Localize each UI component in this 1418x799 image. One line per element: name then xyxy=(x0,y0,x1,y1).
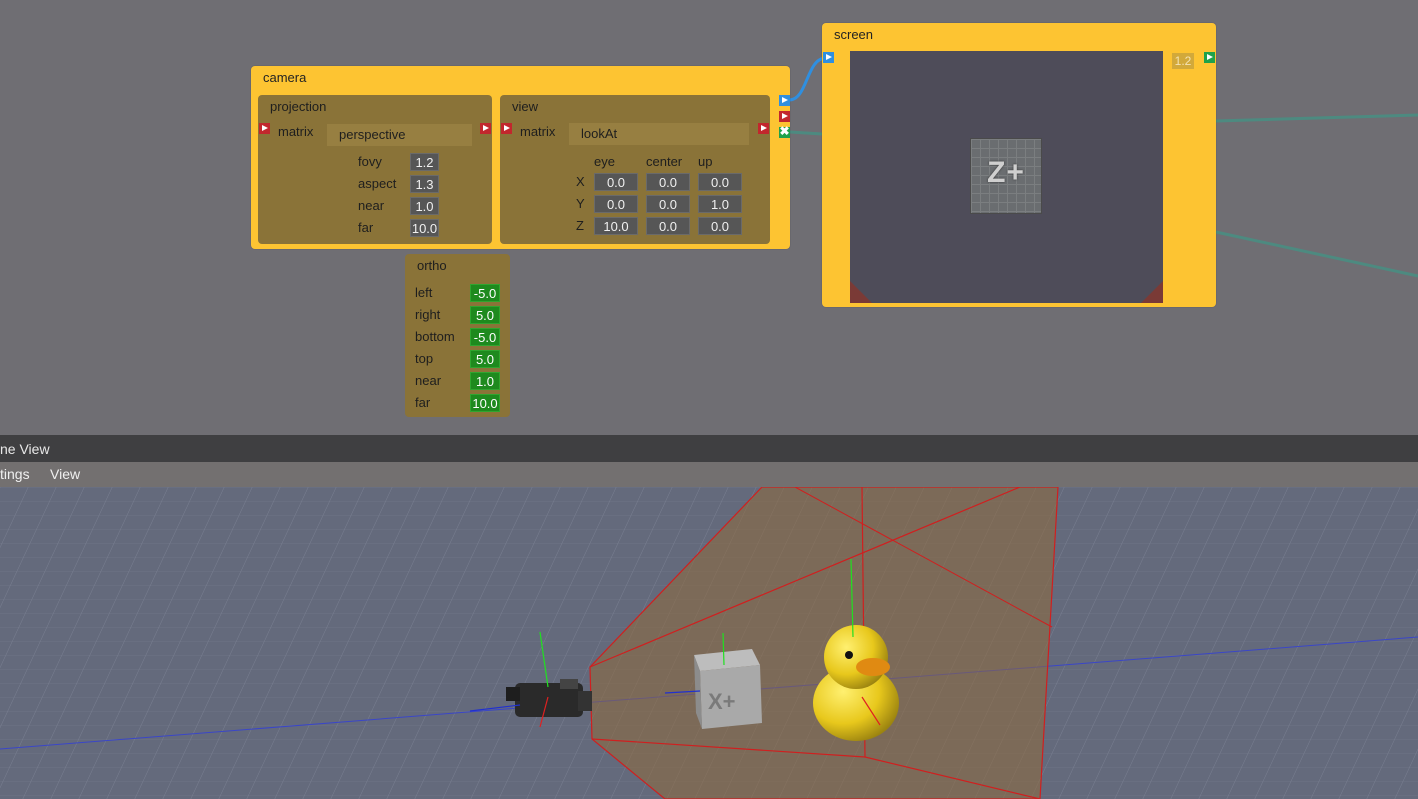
ortho-far-field[interactable]: 10.0 xyxy=(470,394,500,412)
eye-y-field[interactable]: 0.0 xyxy=(594,195,638,213)
row-z-label: Z xyxy=(576,218,584,233)
screen-preview-label: Z+ xyxy=(987,156,1025,189)
center-x-field[interactable]: 0.0 xyxy=(646,173,690,191)
ortho-title: ortho xyxy=(417,258,447,273)
ortho-bottom-field[interactable]: -5.0 xyxy=(470,328,500,346)
projection-title: projection xyxy=(270,99,327,114)
wire-green-1 xyxy=(789,130,823,136)
row-y-label: Y xyxy=(576,196,585,211)
projection-matrix-label: matrix xyxy=(278,124,314,139)
ortho-near-label: near xyxy=(415,373,442,388)
camera-out-port[interactable] xyxy=(779,95,790,106)
eye-col-header: eye xyxy=(594,154,615,169)
screen-preview-cube: Z+ xyxy=(970,138,1042,214)
scene-canvas: X+ xyxy=(0,487,1418,799)
view-matrix-label: matrix xyxy=(520,124,556,139)
up-x-field[interactable]: 0.0 xyxy=(698,173,742,191)
screen-node-title: screen xyxy=(834,27,874,42)
screen-in-port[interactable] xyxy=(823,52,834,63)
eye-z-field[interactable]: 10.0 xyxy=(594,217,638,235)
near-label: near xyxy=(358,198,385,213)
wire-screen-right-2 xyxy=(1215,230,1418,278)
scene-viewport[interactable]: X+ xyxy=(0,487,1418,799)
camera-matrix-out-port[interactable] xyxy=(779,111,790,122)
view-matrix-in-port[interactable] xyxy=(501,123,512,134)
center-z-field[interactable]: 0.0 xyxy=(646,217,690,235)
projection-panel: projection xyxy=(258,95,492,244)
ortho-right-label: right xyxy=(415,307,441,322)
near-field[interactable]: 1.0 xyxy=(410,197,439,215)
menu-settings[interactable]: tings xyxy=(0,462,30,486)
up-z-field[interactable]: 0.0 xyxy=(698,217,742,235)
node-graph-canvas[interactable]: camera projection matrix perspective fov… xyxy=(0,0,1418,435)
scene-view-title: ne View xyxy=(0,441,50,457)
row-x-label: X xyxy=(576,174,585,189)
center-col-header: center xyxy=(646,154,683,169)
screen-value-badge[interactable]: 1.2 xyxy=(1172,53,1194,69)
ortho-near-field[interactable]: 1.0 xyxy=(470,372,500,390)
ortho-top-field[interactable]: 5.0 xyxy=(470,350,500,368)
wire-screen-right-1 xyxy=(1215,113,1418,123)
ortho-right-field[interactable]: 5.0 xyxy=(470,306,500,324)
menu-view[interactable]: View xyxy=(50,462,80,486)
up-y-field[interactable]: 1.0 xyxy=(698,195,742,213)
projection-type-dropdown[interactable]: perspective xyxy=(327,124,472,146)
fovy-label: fovy xyxy=(358,154,382,169)
scene-view-header: ne View xyxy=(0,435,1418,462)
fovy-field[interactable]: 1.2 xyxy=(410,153,439,171)
up-col-header: up xyxy=(698,154,713,169)
ortho-left-field[interactable]: -5.0 xyxy=(470,284,500,302)
ortho-far-label: far xyxy=(415,395,431,410)
far-field[interactable]: 10.0 xyxy=(410,219,439,237)
projection-matrix-in-port[interactable] xyxy=(259,123,270,134)
ortho-top-label: top xyxy=(415,351,434,366)
view-out-port[interactable] xyxy=(758,123,769,134)
camera-close-port[interactable]: ✖ xyxy=(779,124,790,138)
camera-node-title: camera xyxy=(263,70,307,85)
aspect-field[interactable]: 1.3 xyxy=(410,175,439,193)
view-title: view xyxy=(512,99,539,114)
scene-view-menubar: tings View xyxy=(0,462,1418,487)
eye-x-field[interactable]: 0.0 xyxy=(594,173,638,191)
screen-out-port[interactable] xyxy=(1204,52,1215,63)
aspect-label: aspect xyxy=(358,176,397,191)
wire-camera-to-screen xyxy=(788,56,827,102)
far-label: far xyxy=(358,220,374,235)
ortho-left-label: left xyxy=(415,285,433,300)
cube-label: X+ xyxy=(708,689,736,714)
view-type-dropdown[interactable]: lookAt xyxy=(569,123,749,145)
projection-out-port[interactable] xyxy=(480,123,491,134)
ortho-bottom-label: bottom xyxy=(415,329,455,344)
center-y-field[interactable]: 0.0 xyxy=(646,195,690,213)
